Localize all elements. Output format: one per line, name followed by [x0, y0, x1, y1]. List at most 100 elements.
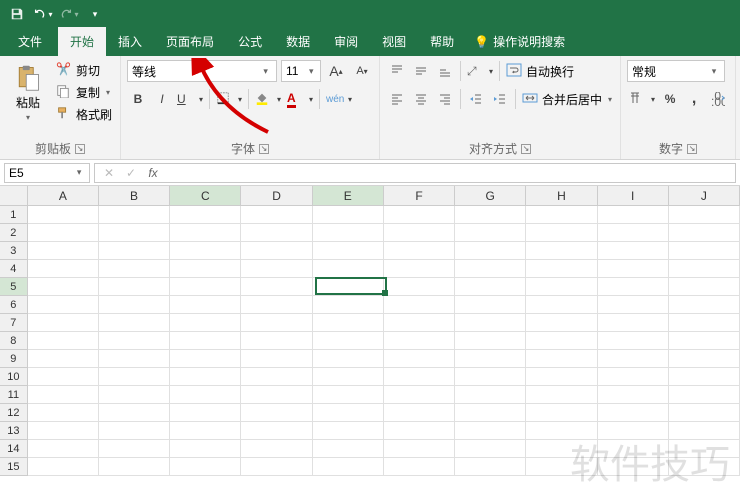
cell[interactable]: [669, 260, 740, 278]
cell[interactable]: [99, 260, 170, 278]
cell[interactable]: [170, 422, 241, 440]
cell[interactable]: [455, 386, 526, 404]
dialog-launcher-icon[interactable]: ↘: [687, 144, 697, 154]
cell[interactable]: [669, 458, 740, 476]
cell[interactable]: [241, 422, 312, 440]
cell[interactable]: [526, 422, 597, 440]
cell[interactable]: [170, 206, 241, 224]
cell[interactable]: [669, 386, 740, 404]
cell[interactable]: [313, 386, 384, 404]
cell[interactable]: [598, 296, 669, 314]
cell[interactable]: [455, 458, 526, 476]
cell[interactable]: [455, 350, 526, 368]
name-box[interactable]: ▾: [4, 163, 90, 183]
cell[interactable]: [598, 278, 669, 296]
cell[interactable]: [669, 206, 740, 224]
cell[interactable]: [28, 314, 99, 332]
merge-center-button[interactable]: 合并后居中▾: [520, 89, 614, 109]
cut-button[interactable]: ✂️剪切: [54, 60, 114, 80]
cell[interactable]: [313, 440, 384, 458]
cell[interactable]: [598, 314, 669, 332]
row-header-13[interactable]: 13: [0, 422, 28, 440]
cell[interactable]: [313, 260, 384, 278]
col-header-A[interactable]: A: [28, 186, 99, 206]
cell[interactable]: [384, 206, 455, 224]
tab-file[interactable]: 文件: [6, 27, 54, 56]
qat-customize-icon[interactable]: ▾: [84, 3, 106, 25]
cell[interactable]: [313, 296, 384, 314]
cell[interactable]: [99, 206, 170, 224]
row-header-3[interactable]: 3: [0, 242, 28, 260]
cell[interactable]: [170, 314, 241, 332]
comma-style-button[interactable]: ,: [683, 88, 705, 110]
row-header-15[interactable]: 15: [0, 458, 28, 476]
cell[interactable]: [28, 350, 99, 368]
format-painter-button[interactable]: 格式刷: [54, 104, 114, 124]
cell[interactable]: [598, 350, 669, 368]
increase-indent-button[interactable]: [489, 88, 511, 110]
cell[interactable]: [99, 332, 170, 350]
row-header-4[interactable]: 4: [0, 260, 28, 278]
decrease-indent-button[interactable]: [465, 88, 487, 110]
cell[interactable]: [384, 260, 455, 278]
cell[interactable]: [384, 404, 455, 422]
col-header-I[interactable]: I: [598, 186, 669, 206]
enter-icon[interactable]: ✓: [123, 166, 139, 180]
row-header-2[interactable]: 2: [0, 224, 28, 242]
cell[interactable]: [384, 314, 455, 332]
chevron-down-icon[interactable]: ▾: [259, 66, 272, 77]
cell[interactable]: [170, 242, 241, 260]
cell[interactable]: [313, 278, 384, 296]
cell[interactable]: [598, 404, 669, 422]
cell[interactable]: [526, 242, 597, 260]
cell[interactable]: [28, 278, 99, 296]
cell[interactable]: [313, 206, 384, 224]
cell[interactable]: [241, 368, 312, 386]
cell[interactable]: [28, 206, 99, 224]
cell[interactable]: [384, 224, 455, 242]
cell[interactable]: [669, 350, 740, 368]
cell[interactable]: [526, 368, 597, 386]
cell[interactable]: [526, 386, 597, 404]
row-header-5[interactable]: 5: [0, 278, 28, 296]
underline-button[interactable]: U▾: [175, 88, 205, 110]
tell-me-search[interactable]: 💡 操作说明搜索: [466, 27, 573, 56]
italic-button[interactable]: I: [151, 88, 173, 110]
cell[interactable]: [28, 332, 99, 350]
cell[interactable]: [384, 422, 455, 440]
number-format-combo[interactable]: ▾: [627, 60, 725, 82]
cell[interactable]: [669, 242, 740, 260]
cell[interactable]: [28, 368, 99, 386]
row-header-6[interactable]: 6: [0, 296, 28, 314]
cell[interactable]: [526, 278, 597, 296]
align-center-button[interactable]: [410, 88, 432, 110]
cell[interactable]: [313, 458, 384, 476]
cell[interactable]: [99, 404, 170, 422]
cell[interactable]: [170, 404, 241, 422]
font-size-input[interactable]: [286, 64, 306, 78]
increase-font-button[interactable]: A▴: [325, 60, 347, 82]
tab-page-layout[interactable]: 页面布局: [154, 27, 226, 56]
cell[interactable]: [455, 422, 526, 440]
cell[interactable]: [669, 422, 740, 440]
cell[interactable]: [598, 386, 669, 404]
col-header-H[interactable]: H: [526, 186, 597, 206]
cell[interactable]: [669, 368, 740, 386]
cell[interactable]: [455, 224, 526, 242]
cell[interactable]: [669, 440, 740, 458]
row-header-7[interactable]: 7: [0, 314, 28, 332]
cell[interactable]: [313, 332, 384, 350]
cell[interactable]: [455, 296, 526, 314]
cell[interactable]: [455, 404, 526, 422]
tab-review[interactable]: 审阅: [322, 27, 370, 56]
tab-data[interactable]: 数据: [274, 27, 322, 56]
cell[interactable]: [455, 260, 526, 278]
copy-button[interactable]: 复制▾: [54, 82, 114, 102]
cell[interactable]: [313, 224, 384, 242]
cell[interactable]: [526, 350, 597, 368]
cell[interactable]: [384, 332, 455, 350]
cell[interactable]: [241, 350, 312, 368]
col-header-C[interactable]: C: [170, 186, 241, 206]
cell[interactable]: [384, 440, 455, 458]
cell[interactable]: [99, 242, 170, 260]
